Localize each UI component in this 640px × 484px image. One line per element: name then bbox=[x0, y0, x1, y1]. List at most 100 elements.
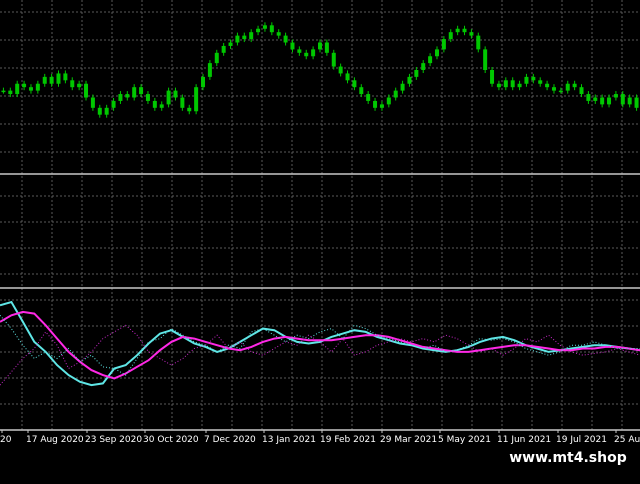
candle-body bbox=[207, 63, 212, 77]
candle-body bbox=[373, 100, 378, 108]
candle-body bbox=[201, 76, 206, 88]
grid bbox=[0, 0, 640, 430]
candle-body bbox=[187, 107, 192, 112]
candle-body bbox=[558, 90, 563, 93]
indicator-line-dotted bbox=[0, 314, 640, 376]
candle-body bbox=[428, 56, 433, 64]
candle-body bbox=[84, 83, 89, 98]
candle-body bbox=[70, 80, 75, 88]
candle-body bbox=[627, 97, 632, 105]
candle-body bbox=[8, 90, 13, 95]
candle-body bbox=[173, 90, 178, 98]
candle-body bbox=[579, 87, 584, 95]
candle-body bbox=[379, 104, 384, 108]
candle-body bbox=[352, 80, 357, 88]
candle-body bbox=[324, 42, 329, 53]
candle-body bbox=[228, 42, 233, 46]
time-axis-label: 13 Jan 2021 bbox=[262, 435, 316, 445]
candle-body bbox=[180, 97, 185, 108]
candle-body bbox=[545, 83, 550, 88]
candle-body bbox=[531, 76, 536, 81]
candle-body bbox=[634, 97, 639, 108]
candle-body bbox=[269, 25, 274, 33]
candle-body bbox=[132, 87, 137, 98]
candle-body bbox=[462, 28, 467, 33]
candle-body bbox=[22, 83, 27, 88]
candle-body bbox=[304, 52, 309, 57]
candle-body bbox=[139, 87, 144, 95]
indicator-line-dotted bbox=[0, 324, 640, 386]
candle-body bbox=[490, 70, 495, 84]
candle-body bbox=[359, 87, 364, 95]
candle-body bbox=[77, 83, 82, 88]
candle-body bbox=[338, 66, 343, 74]
candle-body bbox=[235, 35, 240, 43]
candle-body bbox=[572, 83, 577, 88]
candle-body bbox=[455, 28, 460, 33]
candle-body bbox=[194, 87, 199, 112]
panel-separators bbox=[0, 173, 640, 431]
candle-body bbox=[35, 83, 40, 91]
time-axis-label: 5 May 2021 bbox=[438, 435, 491, 445]
candle-body bbox=[476, 35, 481, 50]
candle-body bbox=[97, 107, 102, 115]
candle-body bbox=[221, 45, 226, 53]
candle-body bbox=[283, 35, 288, 43]
candle-body bbox=[49, 76, 54, 84]
candle-body bbox=[620, 94, 625, 105]
candle-body bbox=[242, 35, 247, 40]
chart-window[interactable]: 20 17 Aug 2020 23 Sep 2020 30 Oct 2020 7 Dec… bbox=[0, 0, 640, 480]
candle-body bbox=[551, 87, 556, 91]
candle-body bbox=[496, 83, 501, 88]
candle-body bbox=[15, 83, 20, 95]
candle-body bbox=[607, 97, 612, 105]
candle-body bbox=[311, 49, 316, 57]
indicator-line-solid bbox=[0, 310, 640, 380]
candle-body bbox=[524, 76, 529, 84]
candle-body bbox=[414, 70, 419, 77]
candle-body bbox=[517, 83, 522, 88]
candle-body bbox=[111, 100, 116, 108]
watermark-text: www.mt4.shop bbox=[496, 444, 640, 472]
candle-body bbox=[600, 97, 605, 105]
candle-body bbox=[386, 97, 391, 105]
candle-body bbox=[297, 49, 302, 53]
candle-body bbox=[510, 80, 515, 88]
time-axis-label: 30 Oct 2020 bbox=[143, 435, 199, 445]
candle-body bbox=[262, 25, 267, 29]
candle-body bbox=[318, 42, 322, 50]
time-axis-label: 17 Aug 2020 bbox=[26, 435, 84, 445]
candle-body bbox=[276, 32, 281, 36]
candle-body bbox=[166, 90, 171, 105]
candle-body bbox=[366, 94, 371, 101]
candle-body bbox=[434, 49, 439, 57]
oscillator-lines bbox=[0, 300, 640, 387]
candle-body bbox=[483, 49, 488, 70]
price-candles bbox=[1, 22, 639, 118]
candle-body bbox=[331, 52, 336, 67]
chart-canvas[interactable]: 20 17 Aug 2020 23 Sep 2020 30 Oct 2020 7 Dec… bbox=[0, 0, 640, 480]
time-axis-label: 20 bbox=[0, 435, 12, 445]
candle-body bbox=[63, 73, 68, 81]
candle-body bbox=[42, 76, 47, 84]
candle-body bbox=[256, 28, 261, 33]
candle-body bbox=[152, 100, 157, 108]
candle-body bbox=[345, 73, 350, 81]
candle-body bbox=[56, 73, 61, 84]
candle-body bbox=[214, 52, 219, 64]
candle-body bbox=[565, 83, 570, 91]
candle-body bbox=[249, 32, 254, 40]
candle-body bbox=[393, 90, 398, 98]
candle-body bbox=[125, 94, 130, 98]
candle-body bbox=[118, 94, 123, 101]
candle-body bbox=[400, 83, 405, 91]
candle-body bbox=[448, 32, 453, 40]
candle-body bbox=[1, 90, 6, 93]
candle-body bbox=[90, 97, 95, 108]
candle-body bbox=[503, 80, 508, 88]
candle-body bbox=[593, 97, 598, 101]
candle-body bbox=[586, 94, 591, 101]
time-axis-label: 7 Dec 2020 bbox=[204, 435, 256, 445]
time-axis-label: 19 Feb 2021 bbox=[320, 435, 376, 445]
time-axis-label: 29 Mar 2021 bbox=[380, 435, 437, 445]
